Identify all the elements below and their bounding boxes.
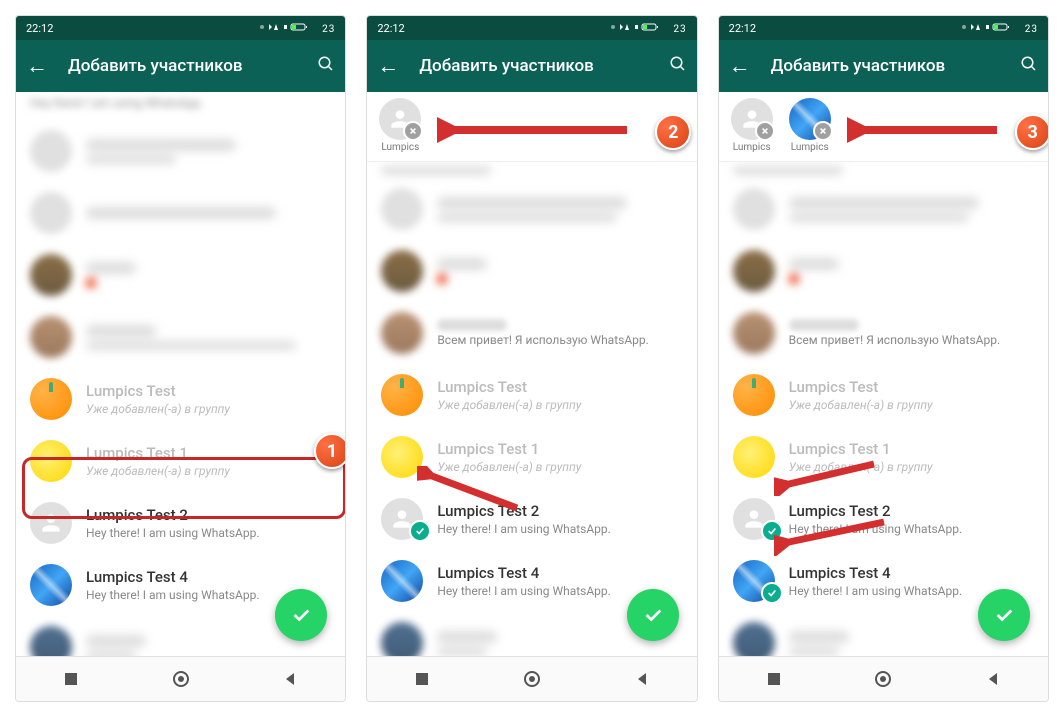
confirm-fab[interactable] [275,589,327,641]
nav-back-icon[interactable] [633,670,651,688]
nav-bar [367,656,696,701]
list-item-lumpics-test[interactable]: Lumpics TestУже добавлен(-а) в группу [16,368,345,430]
list-item-lumpics-test2[interactable]: Lumpics Test 2Hey there! I am using What… [367,488,696,550]
list-item[interactable] [719,178,1048,240]
list-item[interactable]: Всем привет! Я использую WhatsApp. [367,302,696,364]
list-item-lumpics-test1[interactable]: Lumpics Test 1Уже добавлен(-а) в группу [367,426,696,488]
status-bar: 22:12 23 [719,16,1048,40]
confirm-fab[interactable] [627,589,679,641]
app-toolbar: ← Добавить участников [719,40,1048,92]
phone-screen-2: 22:12 23 ← Добавить участников Lumpics [366,15,697,702]
list-item-lumpics-test2[interactable]: Lumpics Test 2Hey there! I am using What… [16,492,345,554]
list-item[interactable] [16,182,345,244]
nav-recent-icon[interactable] [413,670,431,688]
nav-home-icon[interactable] [172,670,190,688]
phone-screen-1: 22:12 23 ← Добавить участников Hey there… [15,15,346,702]
app-toolbar: ← Добавить участников [367,40,696,92]
avatar-lemon-icon [733,436,775,478]
nav-recent-icon[interactable] [62,670,80,688]
avatar-blue-icon [381,560,423,602]
status-time: 22:12 [377,22,610,35]
list-item[interactable]: Всем привет! Я использую WhatsApp. [719,302,1048,364]
close-icon[interactable] [403,121,423,141]
list-item-lumpics-test2[interactable]: Lumpics Test 2Hey there! I am using What… [719,488,1048,550]
nav-back-icon[interactable] [281,670,299,688]
status-bar: 22:12 23 [367,16,696,40]
check-icon [761,582,783,604]
contact-list[interactable]: Всем привет! Я использую WhatsApp. Lumpi… [367,162,696,656]
search-icon[interactable] [1020,55,1038,78]
contact-list[interactable]: Всем привет! Я использую WhatsApp. Lumpi… [719,162,1048,656]
check-icon [409,520,431,542]
list-item[interactable] [16,244,345,306]
list-item[interactable] [16,120,345,182]
list-item[interactable] [16,306,345,368]
list-item[interactable] [367,240,696,302]
status-time: 22:12 [729,22,962,35]
phone-screen-3: 22:12 23 ← Добавить участников Lumpics L… [718,15,1049,702]
toolbar-title: Добавить участников [68,56,317,76]
chip-label: Lumpics [381,142,419,153]
selected-chip-lumpics[interactable]: Lumpics [731,98,773,153]
list-item-lumpics-test1[interactable]: Lumpics Test 1Уже добавлен(-а) в группу [16,430,345,492]
list-item[interactable] [367,162,696,178]
chip-label: Lumpics [733,142,771,153]
avatar-orange-icon [381,374,423,416]
list-item-lumpics-test1[interactable]: Lumpics Test 1Уже добавлен(-а) в группу [719,426,1048,488]
avatar-lemon-icon [30,440,72,482]
nav-recent-icon[interactable] [765,670,783,688]
confirm-fab[interactable] [978,589,1030,641]
toolbar-title: Добавить участников [419,56,668,76]
nav-bar [719,656,1048,701]
check-icon [761,520,783,542]
nav-home-icon[interactable] [523,670,541,688]
status-icons: 23 [259,22,336,35]
back-icon[interactable]: ← [377,53,399,79]
list-item[interactable] [367,178,696,240]
status-bar: 22:12 23 [16,16,345,40]
avatar-lemon-icon [381,436,423,478]
selected-chip-lumpics2[interactable]: Lumpics [789,98,831,153]
status-icons: 23 [610,22,687,35]
list-item[interactable] [719,240,1048,302]
nav-home-icon[interactable] [874,670,892,688]
back-icon[interactable]: ← [729,53,751,79]
status-icons: 23 [961,22,1038,35]
search-icon[interactable] [317,55,335,78]
list-item[interactable]: Hey there! I am using WhatsApp. [16,92,345,120]
avatar-orange-icon [733,374,775,416]
list-item-lumpics-test[interactable]: Lumpics TestУже добавлен(-а) в группу [719,364,1048,426]
back-icon[interactable]: ← [26,53,48,79]
toolbar-title: Добавить участников [771,56,1020,76]
avatar-blue-icon [30,564,72,606]
close-icon[interactable] [755,121,775,141]
avatar-placeholder-icon [30,502,72,544]
search-icon[interactable] [669,55,687,78]
close-icon[interactable] [813,121,833,141]
chip-label: Lumpics [791,142,829,153]
selected-chips-row: Lumpics Lumpics [719,92,1048,162]
list-item-lumpics-test[interactable]: Lumpics TestУже добавлен(-а) в группу [367,364,696,426]
selected-chip-lumpics[interactable]: Lumpics [379,98,421,153]
list-item[interactable] [719,162,1048,178]
nav-bar [16,656,345,701]
nav-back-icon[interactable] [984,670,1002,688]
status-time: 22:12 [26,22,259,35]
contact-list[interactable]: Hey there! I am using WhatsApp. Lumpics … [16,92,345,656]
avatar-orange-icon [30,378,72,420]
selected-chips-row: Lumpics [367,92,696,162]
app-toolbar: ← Добавить участников [16,40,345,92]
